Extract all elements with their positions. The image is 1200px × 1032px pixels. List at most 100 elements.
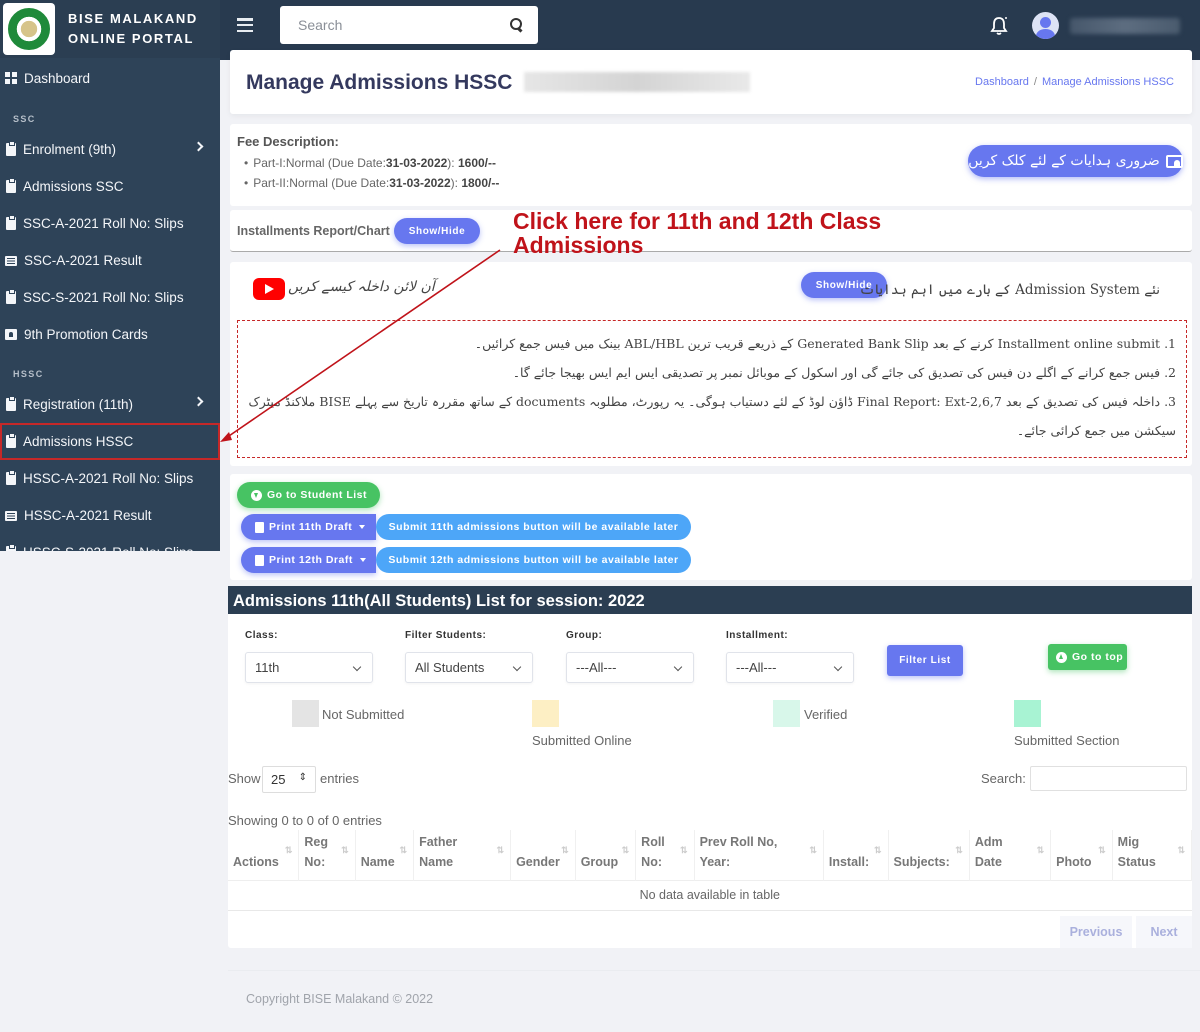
legend-swatch-submitted-online xyxy=(532,700,559,727)
important-instructions-button[interactable]: ضروری ہدایات کے لئے کلک کریں xyxy=(968,145,1183,177)
filter-list-button[interactable]: Filter List xyxy=(887,645,963,676)
clipboard-list-icon xyxy=(6,141,16,156)
sidebar-item-9th-promotion-cards[interactable]: 9th Promotion Cards xyxy=(0,316,220,353)
sidebar-item-registration-11th[interactable]: Registration (11th) xyxy=(0,386,220,423)
sort-icon[interactable]: ⇅ xyxy=(400,840,408,860)
group-label: Group: xyxy=(566,630,603,641)
sort-icon[interactable]: ⇅ xyxy=(622,840,630,860)
youtube-icon[interactable] xyxy=(253,278,285,300)
how-to-admission-video-link[interactable]: آن لائن داخلہ کیسے کریں xyxy=(288,279,435,295)
installment-select[interactable]: ---All--- xyxy=(726,652,854,683)
column-header[interactable]: Name ⇅ xyxy=(355,830,415,880)
column-header[interactable]: Mig Status ⇅ xyxy=(1112,830,1193,880)
sidebar-item-ssc-a-2021-roll-slips[interactable]: SSC-A-2021 Roll No: Slips xyxy=(0,205,220,242)
sidebar-item-ssc-a-2021-result[interactable]: SSC-A-2021 Result xyxy=(0,242,220,279)
hamburger-menu-icon[interactable] xyxy=(237,17,253,33)
clipboard-icon xyxy=(6,544,16,551)
legend-swatch-submitted-section xyxy=(1014,700,1041,727)
legend-label: Not Submitted xyxy=(322,707,405,722)
next-page-button[interactable]: Next xyxy=(1136,916,1192,948)
print-11th-draft-dropdown[interactable]: Print 11th Draft xyxy=(241,514,376,540)
go-to-student-list-button[interactable]: Go to Student List xyxy=(237,482,380,508)
column-header[interactable]: Roll No: ⇅ xyxy=(635,830,695,880)
search-icon[interactable] xyxy=(510,18,524,32)
table-search-input[interactable] xyxy=(1030,766,1187,791)
copyright: Copyright BISE Malakand © 2022 xyxy=(246,992,434,1006)
sidebar-header-hssc: HSSC xyxy=(13,369,44,379)
footer-divider xyxy=(228,970,1200,971)
sort-icon[interactable]: ⇅ xyxy=(874,840,882,860)
instructions-title: نئے Admission System کے بارے میں اہم ہدا… xyxy=(859,282,1160,298)
annotation-callout: Click here for 11th and 12th Class Admis… xyxy=(513,208,882,258)
breadcrumb-dashboard[interactable]: Dashboard xyxy=(975,76,1029,88)
user-name-redacted[interactable] xyxy=(1070,18,1180,34)
filter-students-select[interactable]: All Students xyxy=(405,652,533,683)
table-search-label: Search: xyxy=(981,771,1026,786)
sort-icon[interactable]: ⇅ xyxy=(1177,840,1185,860)
sort-icon[interactable]: ⇅ xyxy=(285,840,293,860)
sort-icon[interactable]: ⇅ xyxy=(1098,840,1106,860)
sort-icon[interactable]: ⇅ xyxy=(680,840,688,860)
sidebar-item-label: SSC-A-2021 Roll No: Slips xyxy=(23,216,184,231)
brand[interactable]: BISE MALAKAND ONLINE PORTAL xyxy=(0,0,220,58)
group-select[interactable]: ---All--- xyxy=(566,652,694,683)
sort-icon[interactable]: ⇅ xyxy=(1037,840,1045,860)
breadcrumb-current[interactable]: Manage Admissions HSSC xyxy=(1042,76,1174,88)
sidebar-item-hssc-s-2021-roll-slips[interactable]: HSSC-S-2021 Roll No: Slips xyxy=(0,534,220,551)
column-header[interactable]: Prev Roll No, Year: ⇅ xyxy=(694,830,824,880)
column-header[interactable]: Group ⇅ xyxy=(575,830,637,880)
column-header[interactable]: Photo ⇅ xyxy=(1050,830,1113,880)
installments-show-hide-button[interactable]: Show/Hide xyxy=(394,218,480,244)
legend-swatch-verified xyxy=(773,700,800,727)
column-header[interactable]: Subjects: ⇅ xyxy=(888,830,970,880)
sidebar-item-label: Dashboard xyxy=(24,70,91,86)
caret-down-icon xyxy=(359,558,366,562)
bell-icon[interactable] xyxy=(990,16,1008,36)
sidebar-item-ssc-s-2021-roll-slips[interactable]: SSC-S-2021 Roll No: Slips xyxy=(0,279,220,316)
legend-label: Verified xyxy=(804,707,848,722)
sidebar-item-hssc-a-2021-roll-slips[interactable]: HSSC-A-2021 Roll No: Slips xyxy=(0,460,220,497)
sidebar-item-label: Admissions HSSC xyxy=(23,434,134,449)
sort-icon[interactable]: ⇅ xyxy=(497,840,505,860)
column-header[interactable]: Actions ⇅ xyxy=(228,830,300,880)
clipboard-icon xyxy=(6,289,16,304)
arrow-circle-down-icon xyxy=(251,489,262,501)
legend-label: Submitted Online xyxy=(532,733,632,748)
admissions-table: Actions ⇅ Reg No: ⇅ Name ⇅ Father Name ⇅ Gender ⇅ Gr… xyxy=(228,830,1193,911)
sort-icon[interactable]: ⇅ xyxy=(809,840,817,860)
go-to-top-button[interactable]: Go to top xyxy=(1048,644,1127,670)
sidebar-item-hssc-a-2021-result[interactable]: HSSC-A-2021 Result xyxy=(0,497,220,534)
installment-label: Installment: xyxy=(726,630,789,641)
search-input[interactable] xyxy=(298,17,510,33)
sidebar-item-label: HSSC-A-2021 Result xyxy=(24,508,152,523)
sort-icon[interactable]: ⇅ xyxy=(341,840,349,860)
sidebar-item-dashboard[interactable]: Dashboard xyxy=(0,58,220,98)
fee-item: Part-I:Normal (Due Date:31-03-2022): 160… xyxy=(244,153,499,173)
column-header[interactable]: Adm Date ⇅ xyxy=(969,830,1052,880)
column-header[interactable]: Father Name ⇅ xyxy=(413,830,512,880)
sidebar-item-admissions-hssc[interactable]: Admissions HSSC xyxy=(0,423,220,460)
class-select[interactable]: 11th xyxy=(245,652,373,683)
sidebar-item-label: SSC-A-2021 Result xyxy=(24,253,142,268)
column-header[interactable]: Reg No: ⇅ xyxy=(298,830,356,880)
entries-per-page-select[interactable]: 25 xyxy=(262,766,316,793)
print-12th-draft-dropdown[interactable]: Print 12th Draft xyxy=(241,547,376,573)
instruction-item: 1. Installment online submit کرنے کے بعد… xyxy=(474,336,1176,351)
user-avatar-icon[interactable] xyxy=(1032,12,1059,39)
clipboard-check-icon xyxy=(255,554,264,566)
submit-11th-admissions-button[interactable]: Submit 11th admissions button will be av… xyxy=(376,514,691,540)
sidebar-item-admissions-ssc[interactable]: Admissions SSC xyxy=(0,168,220,205)
sort-icon[interactable]: ⇅ xyxy=(955,840,963,860)
sidebar-item-label: Registration (11th) xyxy=(23,397,134,412)
bise-logo xyxy=(3,3,55,55)
sidebar-item-label: 9th Promotion Cards xyxy=(24,327,148,342)
previous-page-button[interactable]: Previous xyxy=(1060,916,1132,948)
column-header[interactable]: Install: ⇅ xyxy=(823,830,889,880)
sort-icon[interactable]: ⇅ xyxy=(561,840,569,860)
sidebar-item-label: HSSC-A-2021 Roll No: Slips xyxy=(23,471,194,486)
page-header: Manage Admissions HSSC Dashboard / Manage … xyxy=(230,50,1192,114)
empty-table-message: No data available in table xyxy=(228,879,1192,911)
sidebar-item-enrolment-9th[interactable]: Enrolment (9th) xyxy=(0,131,220,168)
column-header[interactable]: Gender ⇅ xyxy=(510,830,576,880)
submit-12th-admissions-button[interactable]: Submit 12th admissions button will be av… xyxy=(376,547,691,573)
